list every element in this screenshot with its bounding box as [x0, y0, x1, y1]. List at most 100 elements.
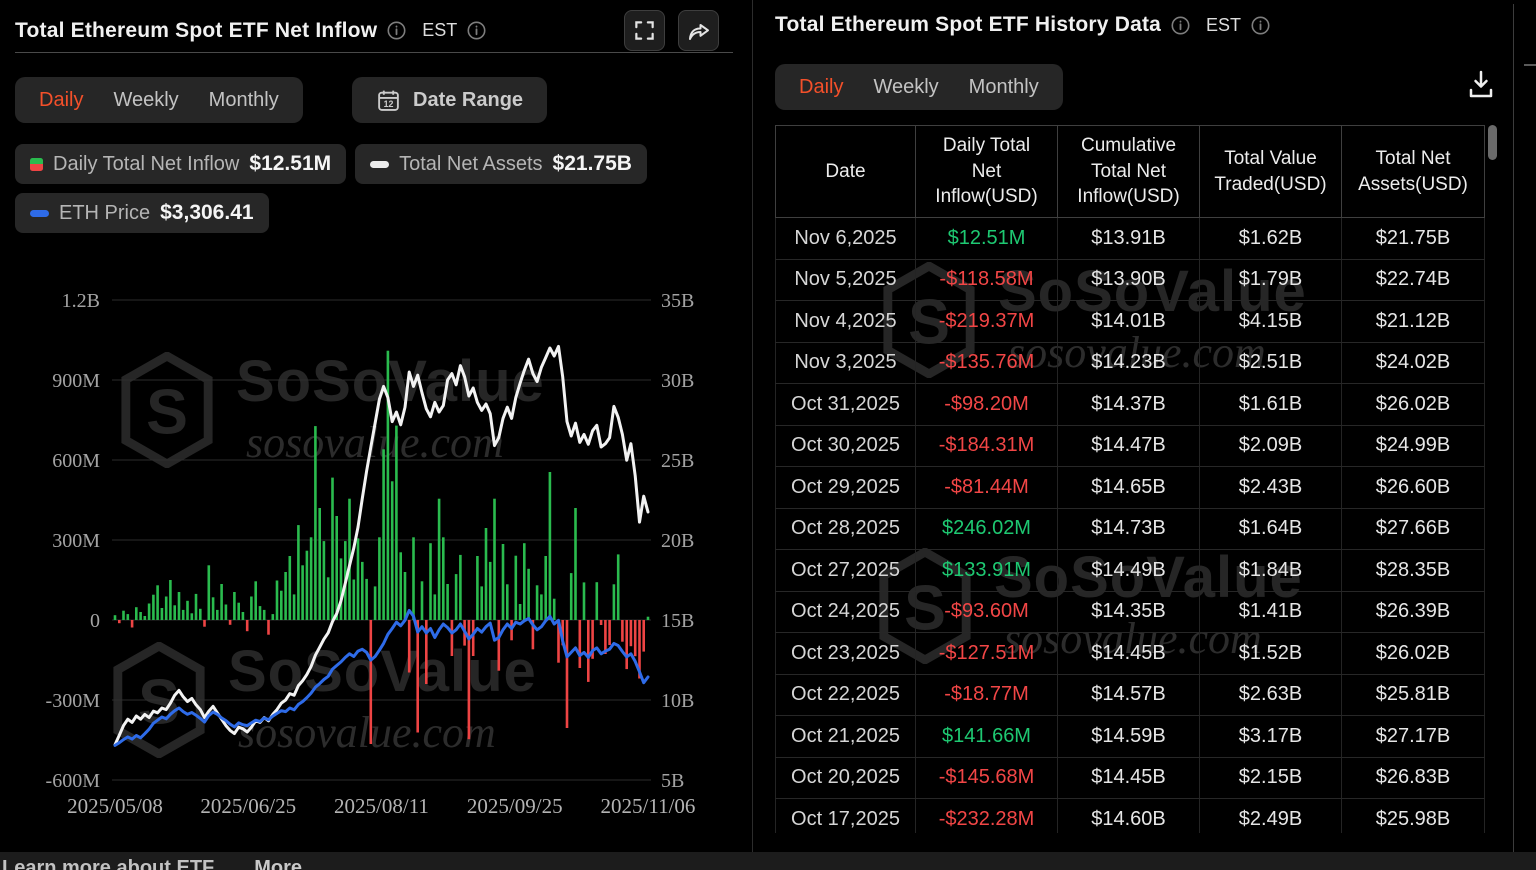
- svg-text:15B: 15B: [661, 610, 694, 632]
- table-row[interactable]: Nov 5,2025 -$118.58M $13.90B $1.79B $22.74B: [775, 259, 1485, 301]
- svg-text:12: 12: [384, 99, 394, 109]
- cell-value: $2.63B: [1199, 674, 1341, 715]
- table-row[interactable]: Nov 3,2025 -$135.76M $14.23B $2.51B $24.02B: [775, 342, 1485, 384]
- cell-value: $1.84B: [1199, 550, 1341, 591]
- chart-panel-header: Total Ethereum Spot ETF Net Inflow EST: [15, 10, 737, 51]
- cell-value: $141.66M: [915, 716, 1057, 757]
- legend-chip-eth-price[interactable]: ETH Price $3,306.41: [15, 193, 269, 233]
- legend-chip-total-net-assets[interactable]: Total Net Assets $21.75B: [355, 144, 647, 184]
- cell-value: $12.51M: [915, 218, 1057, 259]
- cell-value: $4.15B: [1199, 301, 1341, 342]
- cell-value: $2.43B: [1199, 467, 1341, 508]
- net-inflow-combo-chart[interactable]: 1.2B 900M 600M 300M 0 -300M -600M 35B 30B 25B 20B 1…: [0, 260, 752, 820]
- history-period-tabs: Daily Weekly Monthly: [775, 64, 1063, 110]
- cell-value: $13.90B: [1057, 259, 1199, 300]
- timezone-label: EST: [422, 20, 458, 40]
- svg-text:600M: 600M: [52, 450, 100, 472]
- table-row[interactable]: Nov 6,2025 $12.51M $13.91B $1.62B $21.75B: [775, 218, 1485, 260]
- cell-value: $26.02B: [1341, 633, 1485, 674]
- date-range-label: Date Range: [413, 88, 524, 111]
- calendar-icon: 12: [378, 90, 399, 111]
- svg-text:2025/08/11: 2025/08/11: [334, 794, 429, 818]
- timezone-info-icon[interactable]: [1251, 16, 1270, 35]
- more-link[interactable]: More: [254, 857, 302, 870]
- cell-value: -$18.77M: [915, 674, 1057, 715]
- share-button[interactable]: [678, 10, 719, 51]
- cell-value: $25.98B: [1341, 799, 1485, 833]
- history-data-panel: Total Ethereum Spot ETF History Data EST…: [752, 0, 1514, 852]
- table-row[interactable]: Oct 27,2025 $133.91M $14.49B $1.84B $28.35B: [775, 550, 1485, 592]
- history-tab-monthly[interactable]: Monthly: [969, 76, 1039, 99]
- column-header: Total Value Traded(USD): [1199, 126, 1341, 217]
- table-row[interactable]: Oct 29,2025 -$81.44M $14.65B $2.43B $26.60B: [775, 467, 1485, 509]
- table-row[interactable]: Oct 21,2025 $141.66M $14.59B $3.17B $27.17B: [775, 716, 1485, 758]
- legend-value: $3,306.41: [160, 201, 254, 224]
- cell-value: $14.60B: [1057, 799, 1199, 833]
- table-row[interactable]: Oct 30,2025 -$184.31M $14.47B $2.09B $24.99B: [775, 425, 1485, 467]
- info-icon[interactable]: [1171, 16, 1190, 35]
- history-tab-weekly[interactable]: Weekly: [873, 76, 938, 99]
- date-range-button[interactable]: 12 Date Range: [352, 77, 548, 123]
- table-scrollbar-thumb[interactable]: [1488, 125, 1497, 160]
- cell-value: $13.91B: [1057, 218, 1199, 259]
- cell-date: Nov 6,2025: [775, 218, 915, 259]
- timezone-info-icon[interactable]: [467, 21, 486, 40]
- cell-value: $21.75B: [1341, 218, 1485, 259]
- table-row[interactable]: Oct 24,2025 -$93.60M $14.35B $1.41B $26.39B: [775, 591, 1485, 633]
- download-icon: [1469, 70, 1493, 98]
- table-row[interactable]: Oct 17,2025 -$232.28M $14.60B $2.49B $25.98B: [775, 799, 1485, 833]
- cell-value: $1.79B: [1199, 259, 1341, 300]
- cell-value: $14.49B: [1057, 550, 1199, 591]
- table-row[interactable]: Oct 22,2025 -$18.77M $14.57B $2.63B $25.81B: [775, 674, 1485, 716]
- fullscreen-button[interactable]: [624, 10, 665, 51]
- white-dash-icon: [370, 160, 390, 168]
- timezone-label: EST: [1206, 14, 1242, 35]
- column-header: Daily Total Net Inflow(USD): [915, 126, 1057, 217]
- download-button[interactable]: [1459, 64, 1503, 104]
- cell-value: -$219.37M: [915, 301, 1057, 342]
- cell-value: -$93.60M: [915, 591, 1057, 632]
- cell-date: Oct 24,2025: [775, 591, 915, 632]
- chart-tab-weekly[interactable]: Weekly: [113, 89, 178, 112]
- cell-value: $22.74B: [1341, 259, 1485, 300]
- footer-bar: Learn more about ETF More: [0, 852, 1536, 870]
- cell-date: Nov 5,2025: [775, 259, 915, 300]
- inflow-split-icon: [30, 157, 43, 171]
- cell-date: Oct 17,2025: [775, 799, 915, 833]
- cell-date: Oct 20,2025: [775, 757, 915, 798]
- cell-value: $14.57B: [1057, 674, 1199, 715]
- cell-value: $26.83B: [1341, 757, 1485, 798]
- cell-value: $2.51B: [1199, 342, 1341, 383]
- cell-value: $26.60B: [1341, 467, 1485, 508]
- svg-text:2025/11/06: 2025/11/06: [601, 794, 696, 818]
- chart-tab-monthly[interactable]: Monthly: [209, 89, 279, 112]
- svg-text:900M: 900M: [52, 370, 100, 392]
- svg-text:-300M: -300M: [46, 690, 101, 712]
- cell-value: $1.62B: [1199, 218, 1341, 259]
- history-tab-daily[interactable]: Daily: [799, 76, 843, 99]
- table-row[interactable]: Oct 20,2025 -$145.68M $14.45B $2.15B $26.83B: [775, 757, 1485, 799]
- table-row[interactable]: Oct 31,2025 -$98.20M $14.37B $1.61B $26.02B: [775, 384, 1485, 426]
- cell-value: -$81.44M: [915, 467, 1057, 508]
- table-header-row: Date Daily Total Net Inflow(USD) Cumulative T…: [775, 125, 1485, 218]
- legend-chip-daily-total-net-inflow[interactable]: Daily Total Net Inflow $12.51M: [15, 144, 347, 184]
- cell-date: Nov 4,2025: [775, 301, 915, 342]
- cell-date: Oct 27,2025: [775, 550, 915, 591]
- svg-text:5B: 5B: [661, 770, 684, 792]
- table-row[interactable]: Nov 4,2025 -$219.37M $14.01B $4.15B $21.12B: [775, 301, 1485, 343]
- cell-value: $14.73B: [1057, 508, 1199, 549]
- history-panel-title: Total Ethereum Spot ETF History Data: [775, 13, 1162, 36]
- legend-label: ETH Price: [59, 201, 151, 224]
- info-icon[interactable]: [387, 21, 406, 40]
- cell-date: Oct 30,2025: [775, 425, 915, 466]
- cell-value: $2.15B: [1199, 757, 1341, 798]
- cell-value: $14.47B: [1057, 425, 1199, 466]
- chart-tab-daily[interactable]: Daily: [39, 89, 83, 112]
- legend-label: Daily Total Net Inflow: [53, 152, 240, 175]
- table-row[interactable]: Oct 28,2025 $246.02M $14.73B $1.64B $27.66B: [775, 508, 1485, 550]
- cell-value: $28.35B: [1341, 550, 1485, 591]
- svg-text:0: 0: [90, 610, 100, 632]
- cell-date: Oct 29,2025: [775, 467, 915, 508]
- cell-value: $27.66B: [1341, 508, 1485, 549]
- table-row[interactable]: Oct 23,2025 -$127.51M $14.45B $1.52B $26.02B: [775, 633, 1485, 675]
